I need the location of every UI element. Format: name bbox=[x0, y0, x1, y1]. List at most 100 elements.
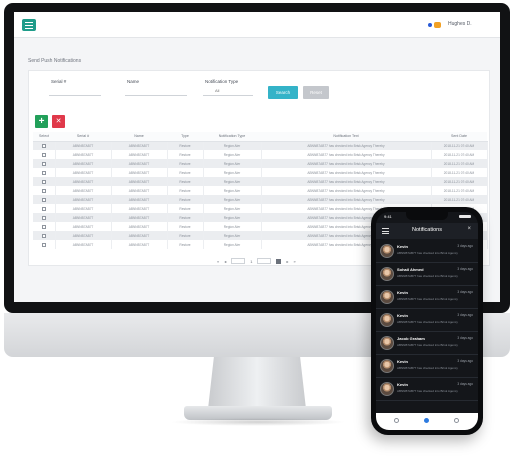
column-header[interactable]: Sent Date bbox=[431, 132, 487, 142]
row-checkbox[interactable] bbox=[41, 197, 46, 202]
serial-filter-label: Serial # bbox=[51, 79, 67, 84]
table-cell: ABNNB7AB77 has checked into Brisk Agency… bbox=[261, 159, 432, 168]
notification-icon[interactable] bbox=[428, 23, 432, 27]
row-checkbox[interactable] bbox=[41, 179, 46, 184]
tab-notifications-icon[interactable] bbox=[424, 418, 429, 423]
notification-item[interactable]: Sohail Ahmed 3 days ago ABNNB7AB77 has che… bbox=[376, 263, 478, 286]
notification-sender: Kevin bbox=[397, 290, 408, 295]
notification-text: ABNNB7AB77 has checked into Brisk Agency bbox=[397, 320, 458, 324]
table-cell: ABNNB7AB77 has checked into Brisk Agency… bbox=[261, 168, 432, 177]
page-number-input[interactable] bbox=[231, 258, 246, 264]
row-checkbox[interactable] bbox=[41, 152, 46, 157]
row-checkbox[interactable] bbox=[41, 206, 46, 211]
row-checkbox[interactable] bbox=[41, 161, 46, 166]
notification-text: ABNNB7AB77 has checked into Brisk Agency bbox=[397, 366, 458, 370]
notification-item[interactable]: Kevin 3 days ago ABNNB7AB77 has checked in… bbox=[376, 355, 478, 378]
column-header[interactable]: Type bbox=[167, 132, 203, 142]
notification-sender: Sohail Ahmed bbox=[397, 267, 424, 272]
phone-screen: 9:41 Notifications × Kevin 3 days ago ABNN… bbox=[376, 212, 478, 430]
prev-page-button[interactable]: ◂ bbox=[224, 259, 226, 264]
column-header[interactable]: Serial # bbox=[55, 132, 111, 142]
page-size-select[interactable] bbox=[257, 258, 272, 264]
delete-button[interactable]: ✕ bbox=[52, 115, 65, 128]
table-cell: Region Aler bbox=[203, 168, 262, 177]
notification-item[interactable]: Jacob Graham 3 days ago ABNNB7AB77 has che… bbox=[376, 332, 478, 355]
table-cell: Region Aler bbox=[203, 195, 262, 204]
row-checkbox[interactable] bbox=[41, 143, 46, 148]
tab-profile-icon[interactable] bbox=[454, 418, 459, 423]
table-cell: Restore bbox=[167, 204, 204, 213]
column-header[interactable]: Select bbox=[33, 132, 55, 142]
notification-text: ABNNB7AB77 has checked into Brisk Agency bbox=[397, 389, 458, 393]
table-cell: Restore bbox=[167, 150, 204, 159]
last-page-button[interactable]: » bbox=[294, 259, 296, 264]
table-row[interactable]: ABNNB7AB77 ABNNB7AB77 Restore Region Aler AB… bbox=[33, 141, 488, 150]
table-row[interactable]: ABNNB7AB77 ABNNB7AB77 Restore Region Aler AB… bbox=[33, 177, 488, 186]
table-cell: ABNNB7AB77 bbox=[111, 231, 168, 240]
row-checkbox[interactable] bbox=[41, 215, 46, 220]
name-filter-input[interactable] bbox=[125, 86, 187, 96]
row-checkbox[interactable] bbox=[41, 242, 46, 247]
table-cell: Region Aler bbox=[203, 141, 262, 150]
table-cell: ABNNB7AB77 bbox=[111, 141, 168, 150]
table-cell: Region Aler bbox=[203, 240, 262, 249]
table-cell: Restore bbox=[167, 213, 204, 222]
notification-time: 3 days ago bbox=[457, 359, 473, 363]
avatar bbox=[380, 290, 394, 304]
notification-text: ABNNB7AB77 has checked into Brisk Agency bbox=[397, 251, 458, 255]
search-button[interactable]: Search bbox=[268, 86, 298, 99]
current-page-indicator[interactable] bbox=[276, 258, 282, 264]
table-cell: ABNNB7AB77 bbox=[111, 204, 168, 213]
table-cell: 2018-11-21 07:40 AM bbox=[431, 159, 488, 168]
table-row[interactable]: ABNNB7AB77 ABNNB7AB77 Restore Region Aler AB… bbox=[33, 168, 488, 177]
table-cell: Region Aler bbox=[203, 204, 262, 213]
table-cell: Region Aler bbox=[203, 222, 262, 231]
table-cell: ABNNB7AB77 has checked into Brisk Agency… bbox=[261, 177, 432, 186]
table-cell: ABNNB7AB77 bbox=[111, 150, 168, 159]
column-header[interactable]: Name bbox=[111, 132, 167, 142]
table-cell: Region Aler bbox=[203, 177, 262, 186]
table-cell: ABNNB7AB77 bbox=[111, 213, 168, 222]
table-cell: ABNNB7AB77 bbox=[111, 177, 168, 186]
type-filter-select[interactable]: All bbox=[203, 86, 253, 96]
message-badge-icon[interactable] bbox=[434, 22, 441, 28]
top-bar: Hughes D. bbox=[14, 12, 500, 38]
table-row[interactable]: ABNNB7AB77 ABNNB7AB77 Restore Region Aler AB… bbox=[33, 186, 488, 195]
row-select-cell bbox=[33, 222, 56, 231]
row-checkbox[interactable] bbox=[41, 170, 46, 175]
avatar bbox=[380, 244, 394, 258]
next-page-button[interactable]: ▸ bbox=[286, 259, 288, 264]
stage: Hughes D. Send Push Notifications Serial… bbox=[0, 0, 513, 460]
notification-sender: Jacob Graham bbox=[397, 336, 425, 341]
notification-text: ABNNB7AB77 has checked into Brisk Agency bbox=[397, 297, 458, 301]
table-cell: ABNNB7AB77 has checked into Brisk Agency… bbox=[261, 141, 432, 150]
row-checkbox[interactable] bbox=[41, 188, 46, 193]
table-cell: 2018-11-21 07:40 AM bbox=[431, 186, 488, 195]
notification-sender: Kevin bbox=[397, 244, 408, 249]
menu-toggle-button[interactable] bbox=[22, 19, 36, 31]
notification-item[interactable]: Kevin 3 days ago ABNNB7AB77 has checked in… bbox=[376, 378, 478, 401]
notification-item[interactable]: Kevin 3 days ago ABNNB7AB77 has checked in… bbox=[376, 309, 478, 332]
table-cell: ABNNB7AB77 bbox=[55, 168, 112, 177]
table-row[interactable]: ABNNB7AB77 ABNNB7AB77 Restore Region Aler AB… bbox=[33, 159, 488, 168]
notification-time: 3 days ago bbox=[457, 267, 473, 271]
row-checkbox[interactable] bbox=[41, 233, 46, 238]
table-cell: ABNNB7AB77 bbox=[55, 186, 112, 195]
tab-home-icon[interactable] bbox=[394, 418, 399, 423]
column-header[interactable]: Notification Type bbox=[203, 132, 261, 142]
notification-item[interactable]: Kevin 3 days ago ABNNB7AB77 has checked in… bbox=[376, 286, 478, 309]
close-icon[interactable]: × bbox=[467, 226, 471, 232]
table-row[interactable]: ABNNB7AB77 ABNNB7AB77 Restore Region Aler AB… bbox=[33, 150, 488, 159]
reset-button[interactable]: Reset bbox=[303, 86, 329, 99]
column-header[interactable]: Notification Text bbox=[261, 132, 431, 142]
notification-list: Kevin 3 days ago ABNNB7AB77 has checked in… bbox=[376, 240, 478, 401]
table-row[interactable]: ABNNB7AB77 ABNNB7AB77 Restore Region Aler AB… bbox=[33, 195, 488, 204]
table-cell: 2018-11-21 07:40 AM bbox=[431, 177, 488, 186]
serial-filter-input[interactable] bbox=[49, 86, 101, 96]
add-button[interactable]: + bbox=[35, 115, 48, 128]
first-page-button[interactable]: « bbox=[217, 259, 219, 264]
row-checkbox[interactable] bbox=[41, 224, 46, 229]
user-menu[interactable]: Hughes D. bbox=[448, 21, 472, 27]
notification-item[interactable]: Kevin 3 days ago ABNNB7AB77 has checked in… bbox=[376, 240, 478, 263]
table-cell: ABNNB7AB77 has checked into Brisk Agency… bbox=[261, 186, 432, 195]
